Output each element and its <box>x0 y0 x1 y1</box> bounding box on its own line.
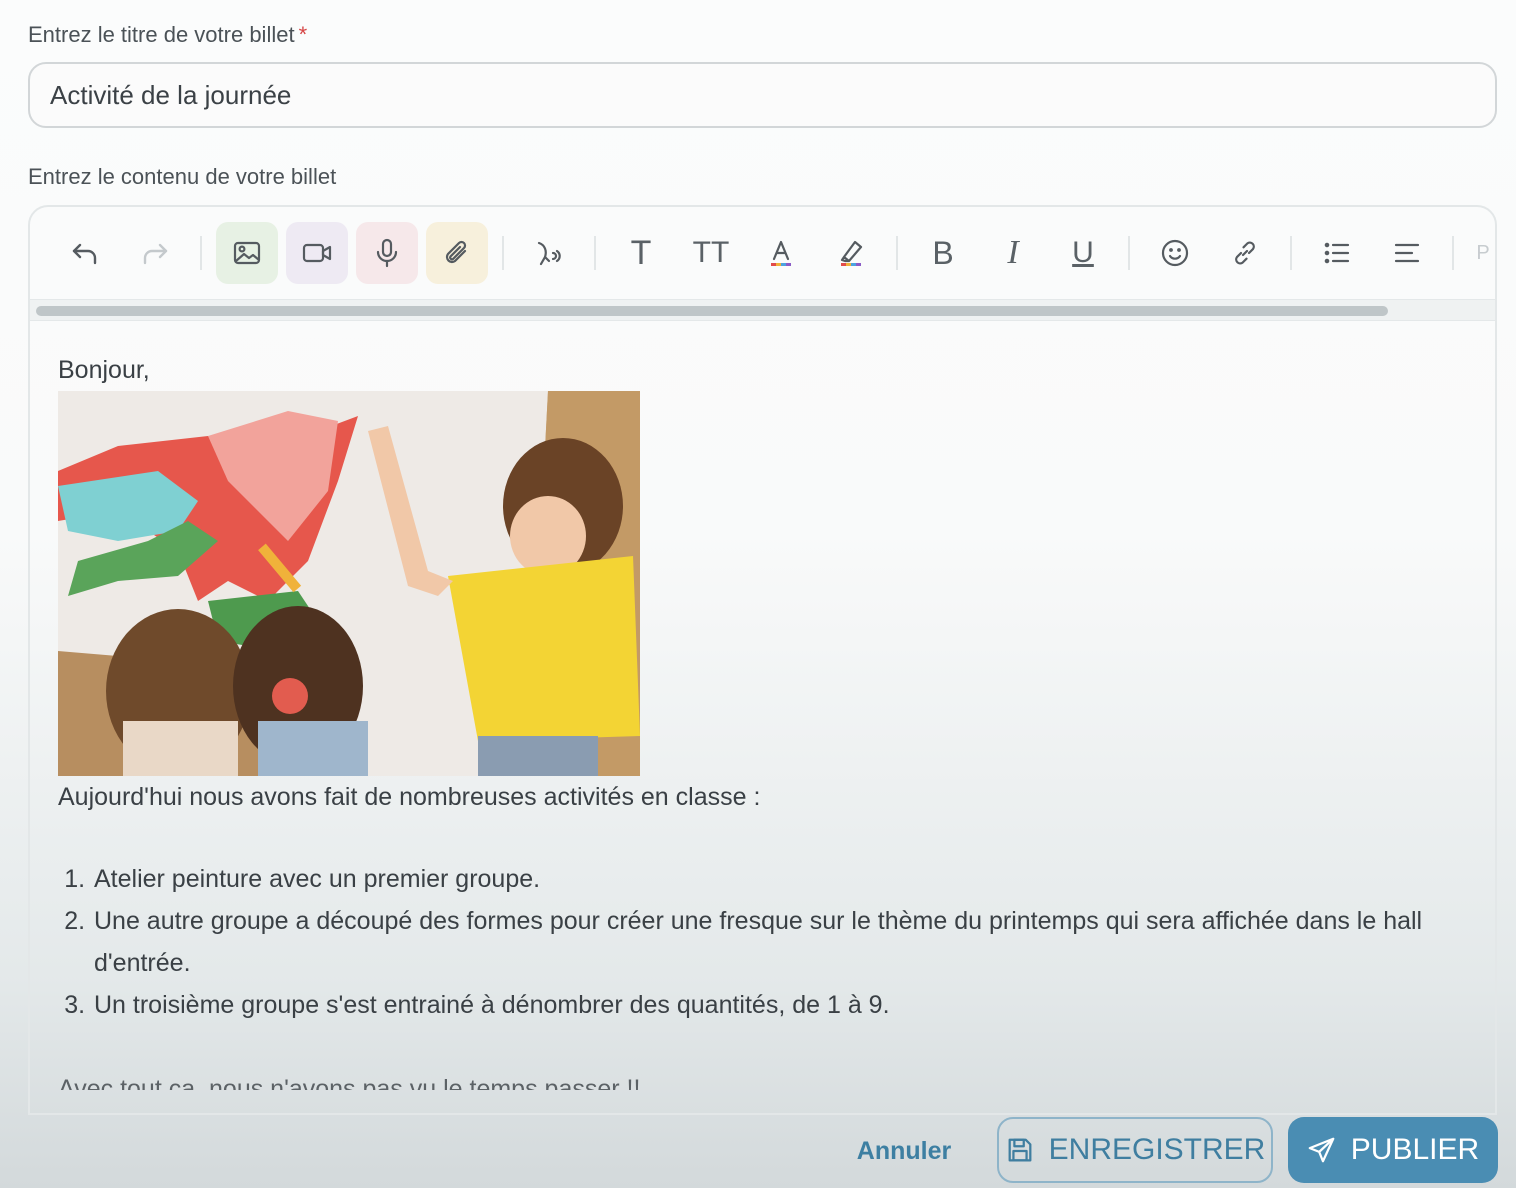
redo-icon <box>143 243 168 265</box>
more-tools-button[interactable]: P <box>1468 222 1495 284</box>
text-color-icon <box>771 240 791 266</box>
underline-button[interactable]: U <box>1052 222 1114 284</box>
activity-list: Atelier peinture avec un premier groupe.… <box>62 858 1458 1026</box>
list-item: Un troisième groupe s'est entrainé à dén… <box>92 984 1458 1026</box>
editor-toolbar: T TT B I U P <box>30 207 1495 299</box>
toolbar-scrollbar[interactable] <box>30 299 1495 321</box>
intro-text: Aujourd'hui nous avons fait de nombreuse… <box>58 783 761 811</box>
redo-button[interactable] <box>124 222 186 284</box>
link-button[interactable] <box>1214 222 1276 284</box>
smiley-icon <box>1161 239 1189 267</box>
text-size-icon: TT <box>692 236 730 269</box>
insert-audio-button[interactable] <box>356 222 418 284</box>
title-label-text: Entrez le titre de votre billet <box>28 22 295 47</box>
emoji-button[interactable] <box>1144 222 1206 284</box>
scrollbar-thumb[interactable] <box>36 306 1388 316</box>
video-camera-icon <box>302 243 332 263</box>
cut-off-tool-label: P <box>1476 241 1490 264</box>
bold-button[interactable]: B <box>912 222 974 284</box>
paperclip-icon <box>445 240 467 264</box>
save-button[interactable]: ENREGISTRER <box>997 1117 1273 1183</box>
text-to-speech-button[interactable] <box>518 222 580 284</box>
list-item: Atelier peinture avec un premier groupe. <box>92 858 1458 900</box>
children-painting-photo <box>58 391 640 776</box>
toolbar-separator <box>200 236 202 270</box>
image-icon <box>233 241 261 265</box>
content-label: Entrez le contenu de votre billet <box>28 164 337 189</box>
title-input[interactable] <box>28 62 1497 128</box>
required-mark: * <box>298 22 308 47</box>
publish-button[interactable]: PUBLIER <box>1288 1117 1498 1183</box>
form-footer: Annuler ENREGISTRER PUBLIER <box>0 1110 1516 1188</box>
toolbar-separator <box>896 236 898 270</box>
toolbar-separator <box>1452 236 1454 270</box>
rich-text-editor: T TT B I U P Bonjour, Aujourd'hui nous a… <box>28 205 1497 1115</box>
closing-text: Avec tout ça, nous n'avons pas vu le tem… <box>58 1075 641 1090</box>
highlighter-icon <box>840 240 863 266</box>
publish-button-label: PUBLIER <box>1350 1133 1480 1166</box>
text-icon: T <box>630 233 652 272</box>
speech-icon <box>537 241 561 266</box>
undo-button[interactable] <box>54 222 116 284</box>
link-icon <box>1235 241 1255 265</box>
toolbar-separator <box>1128 236 1130 270</box>
bold-icon: B <box>932 234 954 271</box>
greeting-text: Bonjour, <box>58 356 150 384</box>
cancel-button[interactable]: Annuler <box>840 1130 968 1172</box>
text-color-button[interactable] <box>750 222 812 284</box>
undo-icon <box>72 243 97 265</box>
insert-video-button[interactable] <box>286 222 348 284</box>
microphone-icon <box>376 238 398 268</box>
floppy-disk-icon <box>1008 1138 1032 1162</box>
toolbar-separator <box>594 236 596 270</box>
highlight-button[interactable] <box>820 222 882 284</box>
italic-icon: I <box>1007 234 1019 271</box>
attach-file-button[interactable] <box>426 222 488 284</box>
align-left-icon <box>1394 243 1420 263</box>
bullet-list-button[interactable] <box>1306 222 1368 284</box>
bullet-list-icon <box>1324 242 1350 264</box>
toolbar-separator <box>1290 236 1292 270</box>
text-size-button[interactable]: TT <box>680 222 742 284</box>
editor-content[interactable]: Bonjour, Aujourd'hui nous avons fait de … <box>58 349 1458 1090</box>
save-button-label: ENREGISTRER <box>1048 1133 1266 1166</box>
toolbar-separator <box>502 236 504 270</box>
send-icon <box>1308 1137 1335 1163</box>
insert-image-button[interactable] <box>216 222 278 284</box>
align-button[interactable] <box>1376 222 1438 284</box>
text-style-button[interactable]: T <box>610 222 672 284</box>
underline-icon: U <box>1072 236 1094 269</box>
title-label: Entrez le titre de votre billet * <box>28 22 307 48</box>
list-item: Une autre groupe a découpé des formes po… <box>92 900 1458 984</box>
italic-button[interactable]: I <box>982 222 1044 284</box>
